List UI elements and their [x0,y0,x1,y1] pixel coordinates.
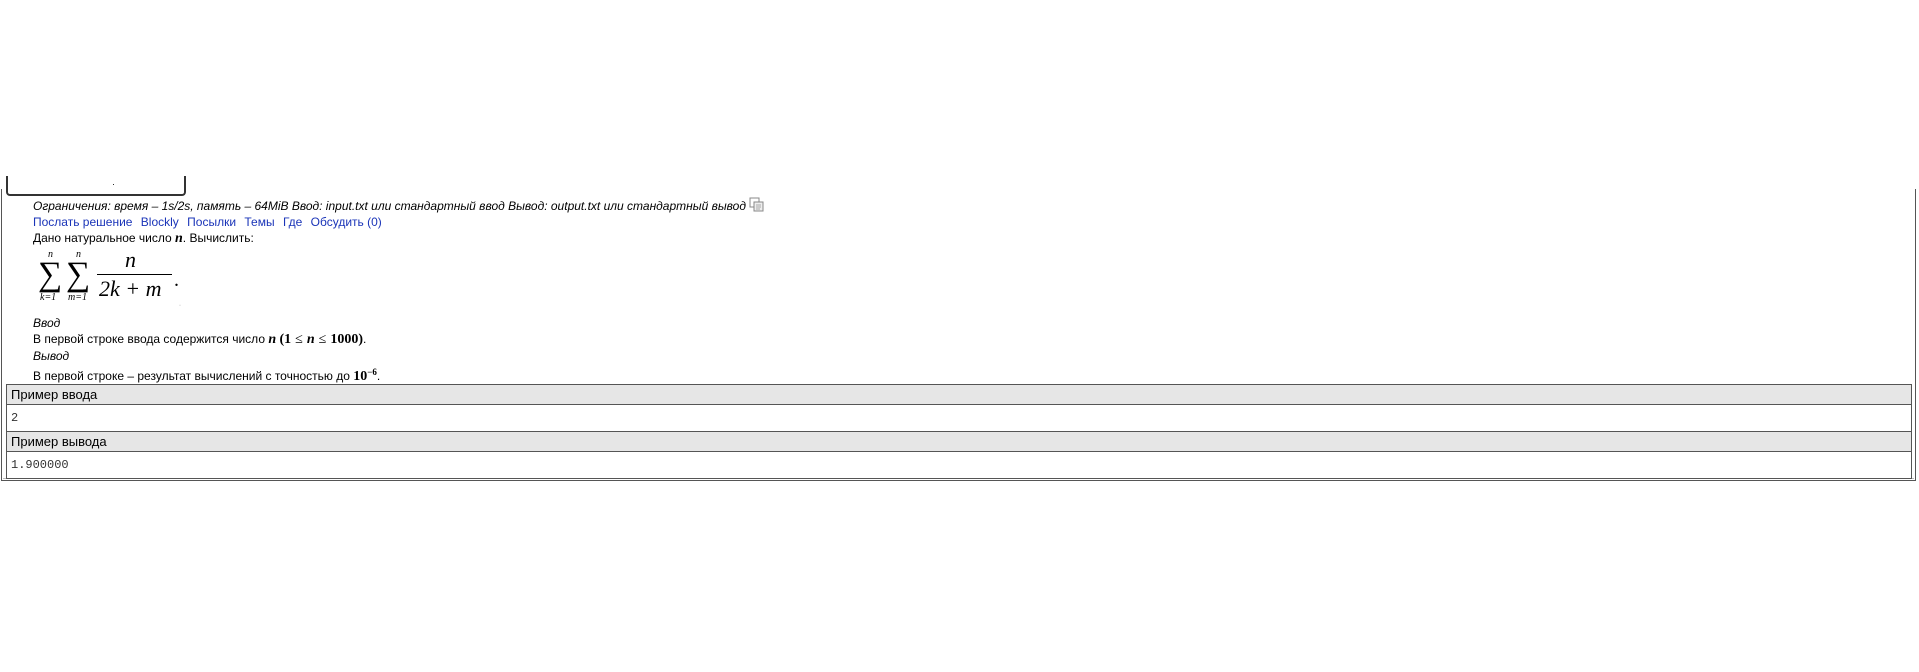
limits-line: Ограничения: время – 1s/2s, память – 64M… [33,197,1893,214]
sample-input-value[interactable]: 2 [7,405,1911,431]
output-text: В первой строке – результат вычислений с… [33,364,1893,385]
tab-stub-text: · [112,179,115,189]
limits-text: Ограничения: время – 1s/2s, память – 64M… [33,199,746,213]
var-n: n [175,231,183,246]
outer-lower-limit: k=1 [40,292,57,303]
sample-output-box: Пример вывода 1.900000 [6,431,1912,479]
inner-sigma: ∑ [66,256,91,293]
input-end: . [363,332,367,346]
formula-dot: · [179,303,181,309]
intro-text: Дано натуральное число [33,231,172,245]
input-prefix: В первой строке ввода содержится число [33,332,265,346]
sample-output-header: Пример вывода [7,432,1911,452]
blockly-link[interactable]: Blockly [141,215,179,229]
copy-icon[interactable] [749,197,765,213]
sample-input-header: Пример ввода [7,385,1911,405]
le-sign-2: ≤ [318,332,327,347]
le-sign-1: ≤ [295,332,303,347]
submit-solution-link[interactable]: Послать решение [33,215,132,229]
fraction-numerator: n [125,247,136,272]
discuss-link[interactable]: Обсудить (0) [311,215,382,229]
where-link[interactable]: Где [283,215,302,229]
constraint-open: (1 [279,332,292,347]
outer-sigma: ∑ [38,256,63,293]
output-prefix: В первой строке – результат вычислений с… [33,369,350,383]
statement-intro: Дано натуральное число n. Вычислить: [33,230,1893,247]
fraction-bar [97,274,172,275]
intro-suffix: . Вычислить: [182,231,254,245]
output-end: . [376,369,381,383]
formula-end: . [174,269,179,291]
output-title: Вывод [33,349,70,363]
input-var: n [268,332,277,347]
problem-content: Ограничения: время – 1s/2s, память – 64M… [33,197,1893,385]
constraint-var: n [306,332,315,347]
inner-lower-limit: m=1 [68,292,87,303]
constraint-close: 1000) [330,332,363,347]
topics-link[interactable]: Темы [244,215,274,229]
input-text: В первой строке ввода содержится число n… [33,331,1893,348]
precision-exp: −6 [367,367,377,377]
problem-links: Послать решение Blockly Посылки Темы Где… [33,214,1893,230]
sample-input-box: Пример ввода 2 [6,384,1912,432]
sum-formula: n ∑ k=1 n ∑ m=1 n 2k + m . · [33,247,193,315]
submissions-link[interactable]: Посылки [187,215,236,229]
sample-output-value[interactable]: 1.900000 [7,452,1911,478]
fraction-denominator: 2k + m [99,276,162,301]
precision-base: 10 [353,369,368,384]
input-title: Ввод [33,316,61,330]
